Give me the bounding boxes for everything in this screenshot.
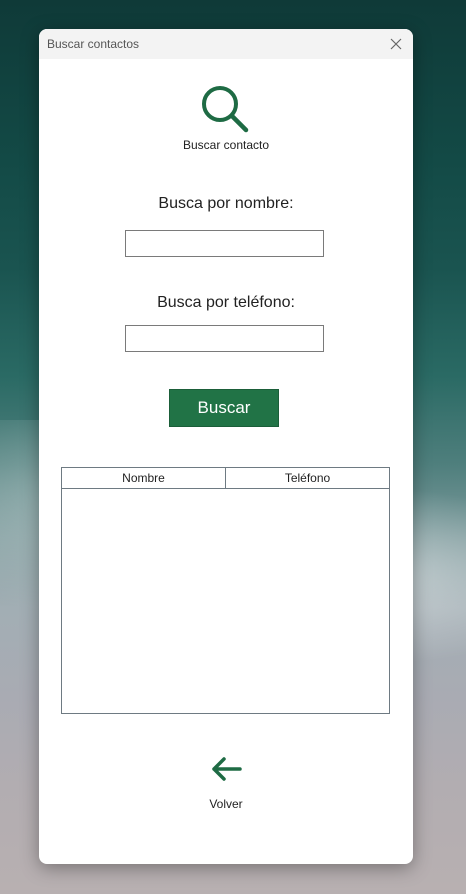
- search-header-label: Buscar contacto: [182, 138, 270, 152]
- back-label: Volver: [209, 797, 243, 811]
- column-header-phone[interactable]: Teléfono: [225, 468, 389, 488]
- results-table[interactable]: Nombre Teléfono: [61, 467, 390, 714]
- column-header-name[interactable]: Nombre: [62, 468, 225, 488]
- title-bar: Buscar contactos: [39, 29, 413, 59]
- table-header: Nombre Teléfono: [62, 468, 389, 489]
- search-button[interactable]: Buscar: [169, 389, 279, 427]
- window-title: Buscar contactos: [47, 37, 140, 51]
- arrow-left-icon: [212, 757, 242, 781]
- close-button[interactable]: [385, 33, 407, 55]
- phone-search-input[interactable]: [125, 325, 324, 352]
- name-search-label: Busca por nombre:: [158, 195, 294, 212]
- back-section: Volver: [39, 756, 413, 811]
- search-header: Buscar contacto: [39, 84, 413, 152]
- search-icon: [202, 86, 249, 133]
- search-contacts-window: Buscar contactos Buscar contacto Busca p…: [39, 29, 413, 864]
- back-button[interactable]: [210, 756, 242, 787]
- close-icon: [390, 38, 402, 50]
- phone-search-label: Busca por teléfono:: [157, 294, 295, 311]
- name-search-input[interactable]: [125, 230, 324, 257]
